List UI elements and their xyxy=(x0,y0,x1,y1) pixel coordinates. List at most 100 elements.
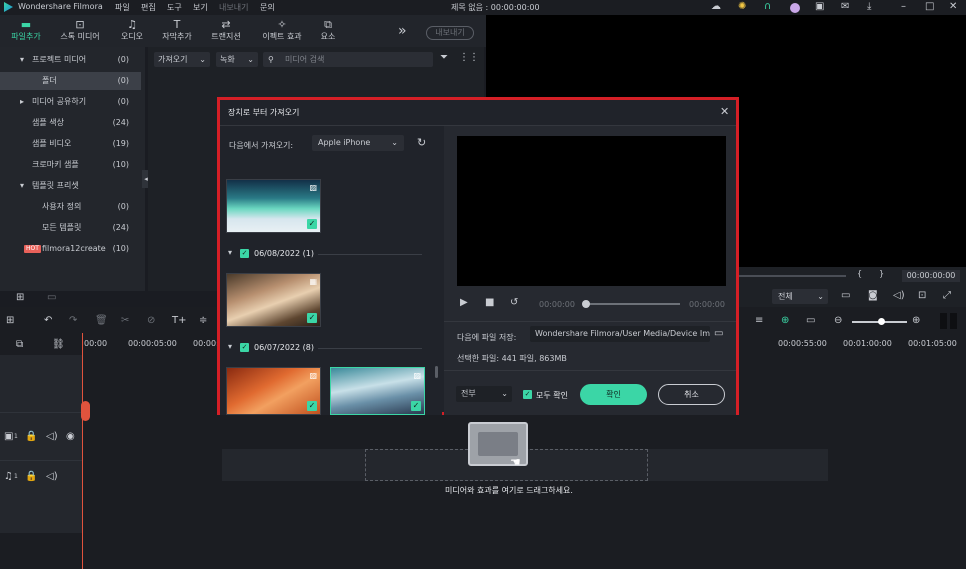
cancel-button[interactable]: 취소 xyxy=(658,384,725,405)
tab-effects[interactable]: ✧ 이펙트 효과 xyxy=(256,18,308,42)
panel-toggle-icon[interactable] xyxy=(950,313,957,329)
tab-transitions[interactable]: ⇄ 트랜지션 xyxy=(204,18,248,42)
playhead-handle[interactable] xyxy=(81,401,90,421)
browse-folder-icon[interactable]: ▭ xyxy=(714,328,723,339)
sidebar-item-custom[interactable]: 사용자 정의 (0) xyxy=(0,198,141,216)
checked-icon[interactable]: ✓ xyxy=(307,313,317,323)
close-window-icon[interactable]: ✕ xyxy=(949,1,957,12)
group-checkbox[interactable]: ✓ xyxy=(240,249,249,258)
zoom-in-icon[interactable]: ⊕ xyxy=(912,315,920,326)
new-folder-icon[interactable]: ⊞ xyxy=(16,292,24,303)
monitor-icon[interactable]: ▭ xyxy=(841,290,850,301)
refresh-icon[interactable]: ↻ xyxy=(417,136,426,149)
media-thumbnail-aurora[interactable]: ▨ ✓ xyxy=(226,179,321,233)
panel-toggle-icon[interactable] xyxy=(940,313,947,329)
confirm-button[interactable]: 확인 xyxy=(580,384,647,405)
fullscreen-icon[interactable]: ⤢ xyxy=(943,290,951,301)
grid-view-icon[interactable]: ⋮⋮ xyxy=(459,52,479,63)
dialog-scrubber[interactable] xyxy=(584,303,680,305)
media-search-field[interactable]: ⚲ 미디어 검색 xyxy=(263,52,433,67)
quality-dropdown[interactable]: 전체 ⌄ xyxy=(772,289,828,304)
group-checkbox[interactable]: ✓ xyxy=(240,343,249,352)
menu-view[interactable]: 보기 xyxy=(193,2,208,13)
device-dropdown[interactable]: Apple iPhone ⌄ xyxy=(312,135,404,151)
camera-icon[interactable]: ◙ xyxy=(868,290,878,301)
select-all-checkbox[interactable]: ✓ xyxy=(523,390,532,399)
mark-out-icon[interactable]: } xyxy=(879,269,884,278)
speaker-icon[interactable]: ◁) xyxy=(46,431,58,442)
zoom-out-icon[interactable]: ⊖ xyxy=(834,315,842,326)
lightbulb-icon[interactable]: ✺ xyxy=(738,1,746,12)
checked-icon[interactable]: ✓ xyxy=(411,401,421,411)
more-tabs-icon[interactable]: » xyxy=(398,23,407,39)
sidebar-item-sample-colors[interactable]: 샘플 색상 (24) xyxy=(0,114,141,132)
checked-icon[interactable]: ✓ xyxy=(307,219,317,229)
tab-audio[interactable]: ♫ 오디오 xyxy=(110,18,154,42)
save-path-field[interactable]: Wondershare Filmora/User Media/Device Im… xyxy=(530,326,710,342)
record-dropdown[interactable]: 녹화 ⌄ xyxy=(216,52,258,67)
link-icon[interactable]: ⛓ xyxy=(52,339,65,350)
play-icon[interactable]: ▶ xyxy=(460,297,468,308)
menu-tools[interactable]: 도구 xyxy=(167,2,182,13)
folder-outline-icon[interactable]: ▭ xyxy=(47,292,56,303)
minimize-icon[interactable]: – xyxy=(901,1,906,12)
playhead[interactable] xyxy=(82,333,83,569)
export-button[interactable]: 내보내기 xyxy=(426,26,474,40)
add-track-icon[interactable]: ⧉ xyxy=(16,339,23,350)
replay-icon[interactable]: ↺ xyxy=(510,297,518,308)
headset-icon[interactable]: ∩ xyxy=(764,1,771,12)
marker-icon[interactable]: ≡ xyxy=(755,315,763,326)
preview-scrubber[interactable] xyxy=(736,275,846,277)
sidebar-item-filmora12create[interactable]: HOT filmora12create (10) xyxy=(0,240,141,258)
eye-icon[interactable]: ◉ xyxy=(66,431,75,442)
close-icon[interactable]: ✕ xyxy=(720,105,729,118)
tab-stock-media[interactable]: ⊡ 스톡 미디어 xyxy=(58,18,102,42)
date-group-header[interactable]: ▾ ✓ 06/08/2022 (1) xyxy=(226,247,426,261)
tab-elements[interactable]: ⧉ 요소 xyxy=(306,18,350,42)
avatar[interactable] xyxy=(790,3,800,13)
sidebar-item-template-presets[interactable]: ▾ 템플릿 프리셋 xyxy=(0,177,141,195)
mail-icon[interactable]: ✉ xyxy=(841,1,849,12)
tab-import[interactable]: ▬ 파일추가 xyxy=(4,18,48,42)
lock-icon[interactable]: 🔒 xyxy=(25,431,37,442)
tag-icon[interactable]: ⊘ xyxy=(147,315,155,326)
menu-export[interactable]: 내보내기 xyxy=(219,2,248,13)
menu-edit[interactable]: 편집 xyxy=(141,2,156,13)
sidebar-item-folder[interactable]: 폴더 (0) xyxy=(0,72,141,90)
media-thumbnail-desert[interactable]: ▨ ✓ xyxy=(226,367,321,415)
sidebar-item-chroma-samples[interactable]: 크로마키 샘플 (10) xyxy=(0,156,141,174)
stop-icon[interactable]: ■ xyxy=(485,297,494,308)
snap-icon[interactable]: ⊕ xyxy=(781,315,789,326)
save-icon[interactable]: ▣ xyxy=(815,1,824,12)
cut-icon[interactable]: ✂ xyxy=(121,315,129,326)
volume-icon[interactable]: ◁) xyxy=(893,290,905,301)
delete-icon[interactable]: 🗑 xyxy=(95,315,108,326)
cloud-icon[interactable]: ☁ xyxy=(711,1,721,12)
subtitle-icon[interactable]: ▭ xyxy=(806,315,815,326)
menu-help[interactable]: 문의 xyxy=(260,2,275,13)
sidebar-item-sample-videos[interactable]: 샘플 비디오 (19) xyxy=(0,135,141,153)
filter-icon[interactable]: ⏷ xyxy=(440,52,448,63)
speaker-icon[interactable]: ◁) xyxy=(46,471,58,482)
lock-icon[interactable]: 🔒 xyxy=(25,471,37,482)
scrubber-handle[interactable] xyxy=(582,300,590,308)
download-icon[interactable]: ⤓ xyxy=(867,1,871,12)
add-text-icon[interactable]: T+ xyxy=(172,315,187,326)
menu-file[interactable]: 파일 xyxy=(115,2,130,13)
checked-icon[interactable]: ✓ xyxy=(307,401,317,411)
fit-screen-icon[interactable]: ⊡ xyxy=(918,290,926,301)
mark-in-icon[interactable]: { xyxy=(857,269,862,278)
maximize-icon[interactable]: □ xyxy=(925,1,934,12)
zoom-slider-handle[interactable] xyxy=(878,318,885,325)
layout-icon[interactable]: ⊞ xyxy=(6,315,14,326)
date-group-header[interactable]: ▾ ✓ 06/07/2022 (8) xyxy=(226,341,426,355)
import-dropdown[interactable]: 가져오기 ⌄ xyxy=(154,52,210,67)
redo-icon[interactable]: ↷ xyxy=(69,315,77,326)
adjust-icon[interactable]: ≑ xyxy=(199,315,207,326)
sidebar-item-project-media[interactable]: ▾ 프로젝트 미디어 (0) xyxy=(0,51,141,69)
sidebar-item-all-templates[interactable]: 모든 템플릿 (24) xyxy=(0,219,141,237)
media-thumbnail-glacier[interactable]: ▨ ✓ xyxy=(330,367,425,415)
list-scrollbar[interactable] xyxy=(435,366,438,378)
filter-dropdown[interactable]: 전부 ⌄ xyxy=(456,386,512,402)
undo-icon[interactable]: ↶ xyxy=(44,315,52,326)
